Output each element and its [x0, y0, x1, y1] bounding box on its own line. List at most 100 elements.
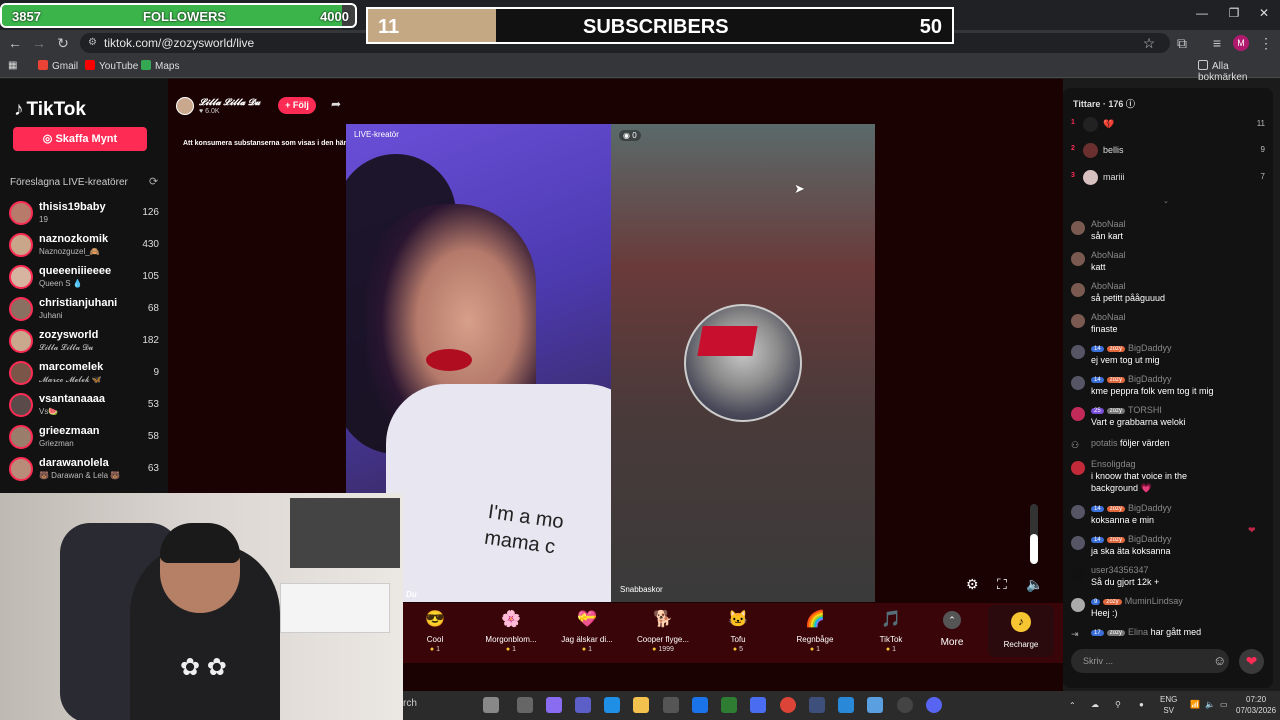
tiktok-logo[interactable]: ♪ TikTok — [14, 99, 86, 121]
chat-input[interactable]: Skriv ... — [1071, 649, 1229, 673]
host-avatar[interactable] — [176, 97, 194, 115]
follow-button[interactable]: + Följ — [278, 97, 316, 114]
fan-badge: zozy — [1106, 377, 1126, 383]
avatar — [9, 393, 33, 417]
speaker-icon[interactable]: 🔈 — [1205, 699, 1215, 710]
minimize-icon[interactable]: — — [1192, 6, 1212, 20]
level-badge: 17 — [1091, 630, 1104, 636]
taskbar-app-icon[interactable] — [483, 697, 499, 713]
gift-item[interactable]: 🐕Cooper flyge...1999 — [628, 609, 698, 653]
tray-app-icon[interactable]: ☁ — [1091, 699, 1099, 710]
bookmark-youtube[interactable]: YouTube — [85, 60, 138, 72]
obs-icon[interactable] — [897, 697, 913, 713]
forward-icon[interactable]: → — [30, 34, 48, 52]
gift-item[interactable]: 🎵TikTok1 — [856, 609, 926, 653]
avatar — [9, 457, 33, 481]
avatar — [9, 425, 33, 449]
creator-item[interactable]: grieezmaan Griezman 58 — [9, 423, 159, 453]
level-badge: 25 — [1091, 408, 1104, 414]
clock[interactable]: 07:20 07/03/2026 — [1236, 694, 1276, 716]
gift-item[interactable]: 🌸Morgonblom...1 — [476, 609, 546, 653]
youtube-icon — [85, 60, 95, 70]
volume-icon[interactable]: 🔈 — [1026, 576, 1043, 593]
coin-icon: ◎ — [42, 133, 56, 145]
teams-icon[interactable] — [575, 697, 591, 713]
site-info-icon[interactable]: ⚙ — [88, 37, 97, 48]
taskbar-search[interactable]: rch — [403, 698, 417, 709]
avatar — [9, 361, 33, 385]
edge-icon[interactable] — [604, 697, 620, 713]
creator-item[interactable]: thisis19baby 19 126 — [9, 199, 159, 229]
gift-icon: 🎵 — [881, 611, 901, 628]
m365-icon[interactable] — [750, 697, 766, 713]
viewer-row[interactable]: 2 bellis 9 — [1071, 141, 1265, 161]
creator-item[interactable]: queeeniiieeee Queen S 💧 105 — [9, 263, 159, 293]
right-video[interactable]: ◉ 0 Snabbaskor — [611, 124, 875, 602]
all-bookmarks[interactable]: Alla bokmärken — [1198, 60, 1280, 83]
recharge-button[interactable]: ♪ Recharge — [988, 605, 1054, 657]
viewer-row[interactable]: 1 💔 11 — [1071, 115, 1265, 135]
emoji-icon[interactable]: ☺ — [1213, 653, 1226, 668]
bookmark-gmail[interactable]: Gmail — [38, 60, 78, 72]
reload-icon[interactable]: ↻ — [54, 34, 72, 52]
fullscreen-icon[interactable]: ⛶ — [997, 576, 1007, 593]
browser-menu-icon[interactable]: ⋮ — [1257, 34, 1275, 52]
creator-item[interactable]: darawanolela 🐻 Darawan & Lela 🐻 63 — [9, 455, 159, 485]
get-coins-button[interactable]: ◎ Skaffa Mynt — [13, 127, 147, 151]
outlook-icon[interactable] — [692, 697, 708, 713]
gift-item[interactable]: 🌈Regnbåge1 — [780, 609, 850, 653]
taskbar: rch ⌃ ☁ ⚲ ● ENG SV 📶 🔈 ▭ 07:20 07/03/2026 — [403, 691, 1280, 720]
copilot-icon[interactable] — [546, 697, 562, 713]
battery-icon[interactable]: ▭ — [1220, 699, 1228, 710]
bookmark-star-icon[interactable]: ☆ — [1140, 34, 1158, 52]
file-explorer-icon[interactable] — [633, 697, 649, 713]
task-view-icon[interactable] — [517, 697, 533, 713]
bookmark-maps[interactable]: Maps — [141, 60, 179, 72]
wifi-icon[interactable]: 📶 — [1190, 699, 1200, 710]
gift-item[interactable]: 😎Cool1 — [400, 609, 470, 653]
webcam-overlay: ✿ ✿ — [0, 493, 403, 720]
tray-app-icon[interactable]: ● — [1139, 699, 1144, 710]
volume-slider[interactable] — [1030, 504, 1038, 564]
back-icon[interactable]: ← — [6, 34, 24, 52]
creator-item[interactable]: vsantanaaaa Vs🍉 53 — [9, 391, 159, 421]
shield-icon[interactable] — [721, 697, 737, 713]
gift-item[interactable]: 💝Jag älskar di...1 — [552, 609, 622, 653]
close-icon[interactable]: ✕ — [1254, 6, 1274, 20]
like-heart-button[interactable]: ❤ — [1239, 649, 1264, 674]
more-gifts-button[interactable]: ⌃ More — [935, 611, 969, 648]
followers-label: FOLLOWERS — [143, 9, 227, 24]
language-indicator[interactable]: ENG SV — [1160, 694, 1177, 716]
discord-icon[interactable] — [926, 697, 942, 713]
viewer-row[interactable]: 3 mariii 7 — [1071, 168, 1265, 188]
gift-item[interactable]: 🐱Tofu5 — [703, 609, 773, 653]
apps-icon[interactable]: ▦ — [8, 60, 17, 71]
expand-viewers-icon[interactable]: ⌄ — [1163, 197, 1169, 205]
tray-chevron-icon[interactable]: ⌃ — [1069, 700, 1076, 711]
extensions-icon[interactable]: ⧉ — [1173, 34, 1191, 52]
info-icon[interactable]: ⓘ — [1126, 99, 1135, 109]
profile-avatar[interactable]: M — [1233, 35, 1249, 51]
media-control-icon[interactable]: ≡ — [1208, 34, 1226, 52]
host-name[interactable]: 𝓛𝓲𝓵𝓵𝓪 𝓛𝓲𝓵𝓵𝓪 𝓓𝓾 — [199, 97, 260, 108]
chrome-icon[interactable] — [780, 697, 796, 713]
store-icon[interactable] — [663, 697, 679, 713]
share-icon[interactable]: ➦ — [331, 97, 341, 111]
app-icon[interactable] — [809, 697, 825, 713]
refresh-icon[interactable]: ⟳ — [149, 175, 158, 188]
tray-app-icon[interactable]: ⚲ — [1115, 699, 1121, 710]
fan-badge: zozy — [1106, 537, 1126, 543]
creator-item[interactable]: zozysworld 𝓛𝓲𝓵𝓵𝓪 𝓛𝓲𝓵𝓵𝓪 𝓓𝓾 182 — [9, 327, 159, 357]
creator-item[interactable]: marcomelek 𝓜𝓪𝓻𝓬𝓸 𝓜𝓮𝓵𝓮𝓴 🦋 9 — [9, 359, 159, 389]
maximize-icon[interactable]: ❐ — [1224, 6, 1244, 20]
avatar — [9, 233, 33, 257]
app-icon[interactable] — [867, 697, 883, 713]
avatar — [1071, 567, 1085, 581]
creator-item[interactable]: naznozkomik Naznozguzel_🙈 430 — [9, 231, 159, 261]
app-icon[interactable] — [838, 697, 854, 713]
creator-item[interactable]: christianjuhani Juhani 68 — [9, 295, 159, 325]
join-icon: ⇥ — [1071, 629, 1079, 639]
avatar — [1071, 283, 1085, 297]
subscribers-goal-bar: 11 SUBSCRIBERS 50 — [366, 7, 954, 44]
settings-icon[interactable]: ⚙ — [966, 576, 979, 593]
